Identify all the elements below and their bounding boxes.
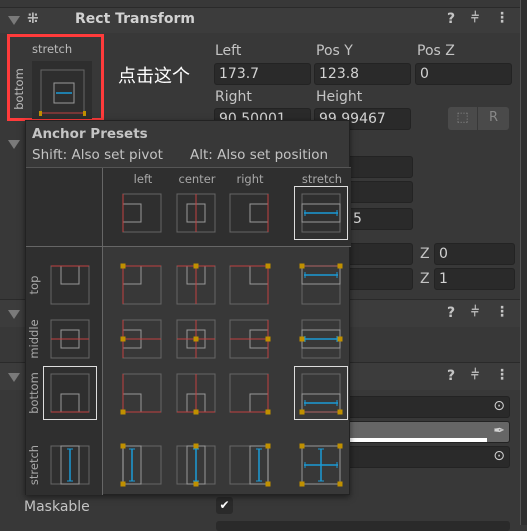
anchor-preset-center-middle-icon[interactable] xyxy=(169,312,223,366)
anchor-widget-highlight[interactable]: stretch bottom xyxy=(7,34,104,121)
popup-title: Anchor Presets xyxy=(32,126,148,142)
z-label: Z xyxy=(420,246,430,262)
anchor-preset-right-middle-icon[interactable] xyxy=(222,312,276,366)
question-icon[interactable]: ? xyxy=(447,368,455,384)
anchor-preset-stretch-stretch-icon[interactable] xyxy=(294,438,348,492)
anchor-preset-left-bottom-icon[interactable] xyxy=(115,366,169,420)
pos-z-label: Pos Z xyxy=(417,43,455,59)
anchor-presets-popup: Anchor Presets Shift: Also set pivot Alt… xyxy=(25,120,351,495)
anchor-preset-right-top-icon[interactable] xyxy=(222,258,276,312)
alt-hint: Alt: Also set position xyxy=(190,147,329,163)
right-label: Right xyxy=(215,89,252,105)
anchor-vertical-label: bottom xyxy=(12,68,26,110)
dashed-square-icon[interactable]: ⬚ xyxy=(448,107,477,130)
column-label-center: center xyxy=(178,172,216,186)
anchor-preset-none-middle-icon[interactable] xyxy=(43,312,97,366)
component-title: Rect Transform xyxy=(75,11,196,27)
maskable-checkbox[interactable]: ✔ xyxy=(216,497,233,514)
target-icon[interactable]: ⊙ xyxy=(493,448,505,465)
row-label-middle: middle xyxy=(27,319,41,359)
triangle-down-icon[interactable] xyxy=(8,140,20,149)
anchor-preset-stretch-bottom-icon[interactable] xyxy=(294,366,348,420)
anchor-preset-none-top-icon[interactable] xyxy=(43,258,97,312)
kebab-icon[interactable]: ⋮ xyxy=(495,367,509,383)
triangle-down-icon[interactable] xyxy=(8,16,20,25)
kebab-icon[interactable]: ⋮ xyxy=(495,10,509,26)
rect-transform-icon: ⁜ xyxy=(27,11,39,27)
row-label-bottom: bottom xyxy=(27,372,41,414)
component-header[interactable]: ⁜ Rect Transform ? ⫩ ⋮ xyxy=(0,7,520,33)
field[interactable] xyxy=(216,521,510,531)
pos-z-field[interactable]: 0 xyxy=(415,63,512,85)
column-label-right: right xyxy=(236,172,264,186)
raw-edit-button[interactable]: R xyxy=(478,107,509,130)
z-field[interactable]: 0 xyxy=(434,243,515,265)
anchor-preset-right-none-icon[interactable] xyxy=(222,186,276,240)
anchor-preset-left-middle-icon[interactable] xyxy=(115,312,169,366)
anchor-stretch-bottom-icon xyxy=(39,69,86,116)
anchor-preset-center-top-icon[interactable] xyxy=(169,258,223,312)
anchor-preset-none-bottom-icon[interactable] xyxy=(43,366,97,420)
anchor-preset-right-bottom-icon[interactable] xyxy=(222,366,276,420)
height-label: Height xyxy=(316,89,363,105)
sliders-icon[interactable]: ⫩ xyxy=(471,367,479,383)
anchor-preset-left-none-icon[interactable] xyxy=(115,186,169,240)
question-icon[interactable]: ? xyxy=(447,11,455,27)
maskable-label: Maskable xyxy=(24,499,90,515)
sliders-icon[interactable]: ⫩ xyxy=(471,304,479,320)
left-label: Left xyxy=(215,43,242,59)
anchor-preset-center-stretch-icon[interactable] xyxy=(169,438,223,492)
annotation-text: 点击这个 xyxy=(118,66,190,87)
scrollbar[interactable] xyxy=(520,0,527,525)
partial-value: 5 xyxy=(353,211,362,227)
anchor-preset-center-none-icon[interactable] xyxy=(169,186,223,240)
anchor-button[interactable] xyxy=(32,61,92,119)
sliders-icon[interactable]: ⫩ xyxy=(471,10,479,26)
column-label-stretch: stretch xyxy=(301,172,343,186)
anchor-preset-none-stretch-icon[interactable] xyxy=(43,438,97,492)
eyedropper-icon[interactable]: ✒ xyxy=(493,423,505,440)
left-field[interactable]: 173.7 xyxy=(214,63,311,85)
anchor-preset-stretch-middle-icon[interactable] xyxy=(294,312,348,366)
pos-y-field[interactable]: 123.8 xyxy=(314,63,411,85)
anchor-horizontal-label: stretch xyxy=(32,42,73,56)
row-label-stretch: stretch xyxy=(27,444,41,486)
z-field[interactable]: 1 xyxy=(434,268,515,290)
row-label-top: top xyxy=(27,275,41,295)
target-icon[interactable]: ⊙ xyxy=(493,398,505,415)
anchor-preset-left-top-icon[interactable] xyxy=(115,258,169,312)
anchor-preset-stretch-top-icon[interactable] xyxy=(294,258,348,312)
triangle-down-icon[interactable] xyxy=(8,310,20,319)
triangle-down-icon[interactable] xyxy=(8,373,20,382)
question-icon[interactable]: ? xyxy=(447,305,455,321)
kebab-icon[interactable]: ⋮ xyxy=(495,304,509,320)
shift-hint: Shift: Also set pivot xyxy=(32,147,163,163)
pos-y-label: Pos Y xyxy=(316,43,353,59)
anchor-preset-center-bottom-icon[interactable] xyxy=(169,366,223,420)
anchor-preset-right-stretch-icon[interactable] xyxy=(222,438,276,492)
z-label: Z xyxy=(420,271,430,287)
anchor-preset-stretch-none-icon[interactable] xyxy=(294,186,348,240)
column-label-left: left xyxy=(133,172,153,186)
anchor-preset-left-stretch-icon[interactable] xyxy=(115,438,169,492)
